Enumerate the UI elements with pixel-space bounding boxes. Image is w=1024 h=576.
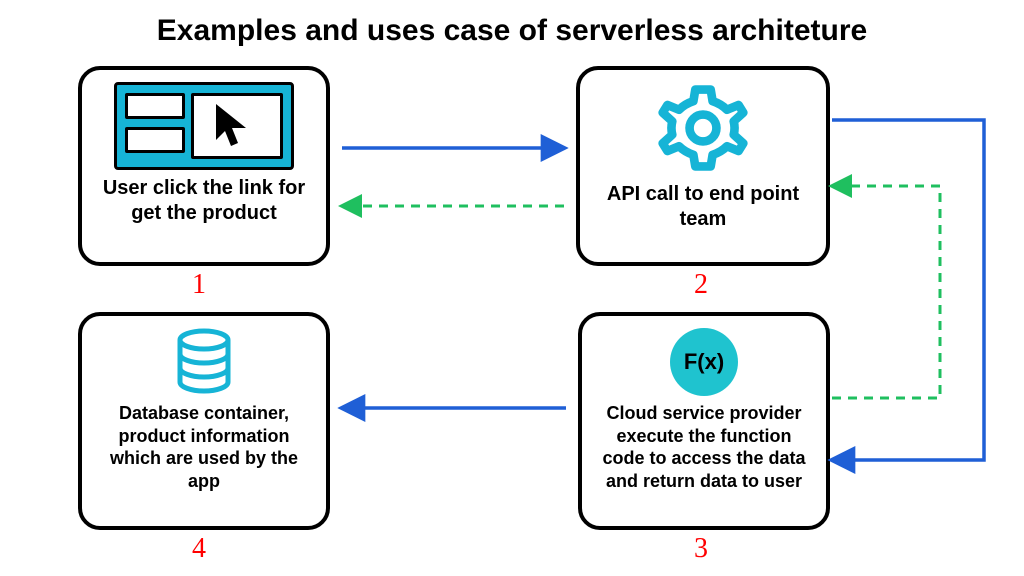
box-number-3: 3 [694,533,708,565]
fx-badge-icon: F(x) [670,328,738,396]
ui-window-pane [191,93,283,159]
box-caption: API call to end point team [594,182,812,232]
ui-window-icon [114,82,294,170]
database-icon [169,326,239,396]
box-caption: Cloud service provider execute the funct… [596,402,812,492]
box-caption: Database container, product information … [96,402,312,492]
arrow-b3-b2 [832,186,940,398]
diagram-stage: Examples and uses case of serverless arc… [0,0,1024,576]
gear-icon [655,80,751,176]
box-database: Database container, product information … [78,312,330,530]
diagram-title: Examples and uses case of serverless arc… [0,14,1024,48]
box-user-click: User click the link for get the product [78,66,330,266]
box-cloud-function: F(x) Cloud service provider execute the … [578,312,830,530]
box-number-2: 2 [694,269,708,301]
box-number-4: 4 [192,533,206,565]
box-caption: User click the link for get the product [96,176,312,226]
ui-window-cell [125,93,185,119]
box-api-call: API call to end point team [576,66,830,266]
box-number-1: 1 [192,269,206,301]
arrow-b2-b3 [832,120,984,460]
ui-window-cell [125,127,185,153]
cursor-icon [212,102,254,150]
